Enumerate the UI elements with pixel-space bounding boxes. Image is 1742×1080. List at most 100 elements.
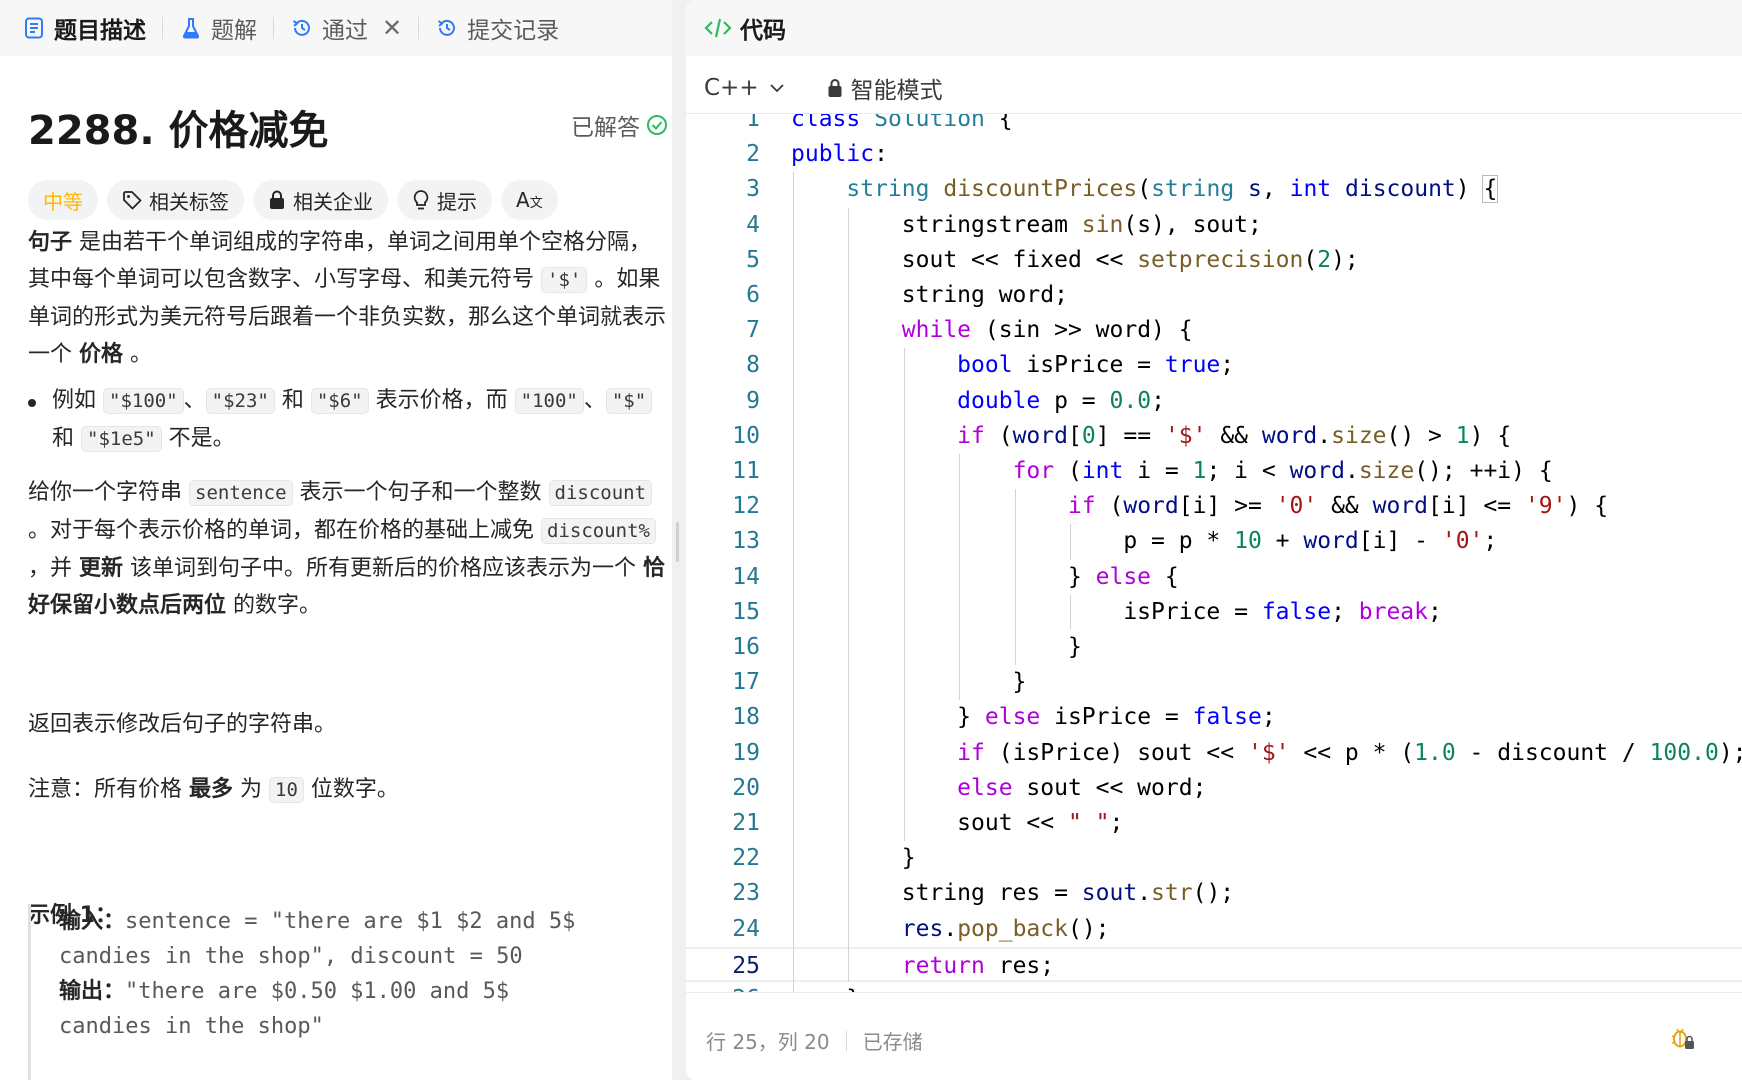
- related-tags-chip[interactable]: 相关标签: [107, 180, 244, 220]
- related-companies-chip[interactable]: 相关企业: [253, 180, 388, 220]
- description-panel: 题目描述 题解 通过 ✕ 提交记录 2288. 价格减免 已解答 中等 相关标签…: [0, 0, 672, 1080]
- indent-guide: [1014, 489, 1016, 666]
- code-line[interactable]: 19 if (isPrice) sout << '$' << p * (1.0 …: [686, 736, 1742, 771]
- code-line[interactable]: 1 class Solution {: [686, 114, 1742, 137]
- code-panel-header: 代码: [686, 0, 1742, 56]
- code-line[interactable]: 4 stringstream sin(s), sout;: [686, 208, 1742, 243]
- note-paragraph: 注意：所有价格 最多 为 10 位数字。: [28, 777, 399, 803]
- code-text: string res = sout.str();: [791, 880, 1235, 907]
- line-number: 9: [746, 387, 760, 414]
- code-line[interactable]: 8 bool isPrice = true;: [686, 348, 1742, 383]
- line-number: 22: [732, 845, 760, 872]
- code-editor[interactable]: 1 class Solution {2 public: 3 string discou…: [686, 114, 1742, 992]
- tab-description[interactable]: 题目描述: [22, 0, 146, 56]
- code-line[interactable]: 20 else sout << word;: [686, 771, 1742, 806]
- code-line[interactable]: 6 string word;: [686, 278, 1742, 313]
- code-line[interactable]: 10 if (word[0] == '$' && word.size() > 1…: [686, 419, 1742, 454]
- language-select[interactable]: C++: [704, 75, 785, 101]
- code-line[interactable]: 26 }: [686, 982, 1742, 992]
- line-number: 19: [732, 739, 760, 766]
- example-input-line: candies in the shop", discount = 50: [59, 944, 523, 969]
- chevron-down-icon: [769, 84, 784, 93]
- line-number: 26: [686, 982, 760, 992]
- tab-divider: [418, 17, 420, 39]
- lock-icon: [270, 190, 284, 209]
- bullet-dot: [28, 399, 40, 411]
- smart-mode-toggle[interactable]: 智能模式: [827, 71, 943, 105]
- line-number: 15: [732, 598, 760, 625]
- code-line[interactable]: 14 } else {: [686, 560, 1742, 595]
- translate-icon: A文: [516, 188, 543, 212]
- code-line[interactable]: 15 isPrice = false; break;: [686, 595, 1742, 630]
- close-icon[interactable]: ✕: [382, 14, 402, 42]
- splitter-grip[interactable]: [676, 522, 679, 562]
- tag-icon: [123, 191, 142, 210]
- code-text: string word;: [791, 282, 1068, 308]
- code-line[interactable]: 16 }: [686, 630, 1742, 665]
- difficulty-badge[interactable]: 中等: [28, 180, 98, 220]
- tab-accepted-label: 通过: [322, 18, 368, 44]
- code-text: else sout << word;: [957, 774, 1207, 801]
- code-line[interactable]: 11 for (int i = 1; i < word.size(); ++i)…: [686, 454, 1742, 489]
- language-label: C++: [704, 75, 759, 101]
- code-line[interactable]: 3 string discountPrices(string s, int di…: [686, 172, 1742, 207]
- smart-mode-label: 智能模式: [850, 78, 943, 104]
- line-number: 11: [732, 458, 760, 484]
- code-text: bool isPrice = true;: [957, 352, 1235, 379]
- history-icon: [290, 16, 314, 40]
- solved-label: 已解答: [571, 115, 640, 141]
- tab-solutions-label: 题解: [211, 18, 257, 44]
- code-line[interactable]: 23 string res = sout.str();: [686, 876, 1742, 911]
- code-text: return res;: [901, 952, 1055, 979]
- code-line[interactable]: 9 double p = 0.0;: [686, 384, 1742, 419]
- code-text: public:: [791, 141, 888, 168]
- code-line[interactable]: 25 return res;: [686, 946, 1742, 982]
- description-tabs: 题目描述 题解 通过 ✕ 提交记录: [0, 0, 672, 56]
- indent-guide: [903, 348, 905, 842]
- code-text: p = p * 10 + word[i] - '0';: [791, 528, 1498, 555]
- hint-label: 提示: [437, 189, 477, 214]
- tab-description-label: 题目描述: [54, 18, 146, 44]
- code-line[interactable]: 22 }: [686, 841, 1742, 876]
- related-companies-label: 相关企业: [293, 189, 373, 214]
- code-line[interactable]: 24 res.pop_back();: [686, 912, 1742, 947]
- line-number: 25: [732, 952, 760, 979]
- solved-status: 已解答: [571, 108, 668, 142]
- code-line[interactable]: 13 p = p * 10 + word[i] - '0';: [686, 524, 1742, 559]
- indent-guide: [1070, 524, 1071, 560]
- code-line[interactable]: 18 } else isPrice = false;: [686, 700, 1742, 735]
- history-icon: [435, 16, 459, 40]
- code-panel-title: 代码: [740, 18, 786, 44]
- difficulty-label: 中等: [43, 189, 83, 214]
- cursor-position: 行 25，列 20: [706, 1030, 830, 1054]
- debug-icon[interactable]: [1669, 1024, 1697, 1056]
- tab-submissions-label: 提交记录: [467, 18, 560, 44]
- code-line[interactable]: 2 public:: [686, 137, 1742, 172]
- example-output-line: candies in the shop": [59, 1014, 324, 1039]
- code-line[interactable]: 21 sout << " ";: [686, 806, 1742, 841]
- code-line[interactable]: 7 while (sin >> word) {: [686, 313, 1742, 348]
- indent-guide: [793, 172, 794, 992]
- editor-status-bar: 行 25，列 20 已存储: [706, 1026, 923, 1055]
- line-number: 14: [732, 563, 760, 590]
- description-paragraph: 给你一个字符串 sentence 表示一个句子和一个整数 discount 。对…: [28, 480, 666, 618]
- code-line[interactable]: 17 }: [686, 665, 1742, 700]
- indent-guide: [1070, 594, 1071, 630]
- tab-submissions[interactable]: 提交记录: [435, 0, 559, 56]
- flask-icon: [179, 16, 203, 40]
- panel-splitter[interactable]: [672, 0, 686, 1080]
- status-divider: [686, 992, 1742, 993]
- tab-accepted[interactable]: 通过 ✕: [290, 0, 402, 56]
- code-text: double p = 0.0;: [957, 387, 1165, 414]
- lock-icon: [828, 79, 842, 97]
- line-number: 6: [746, 282, 760, 308]
- translate-chip[interactable]: A文: [501, 180, 558, 220]
- code-text: } else isPrice = false;: [791, 704, 1276, 731]
- status-divider: [845, 1030, 847, 1051]
- hint-chip[interactable]: 提示: [397, 180, 492, 220]
- line-number: 10: [732, 422, 760, 449]
- related-tags-label: 相关标签: [149, 189, 229, 214]
- code-line[interactable]: 12 if (word[i] >= '0' && word[i] <= '9')…: [686, 489, 1742, 524]
- code-line[interactable]: 5 sout << fixed << setprecision(2);: [686, 243, 1742, 278]
- tab-solutions[interactable]: 题解: [179, 0, 257, 56]
